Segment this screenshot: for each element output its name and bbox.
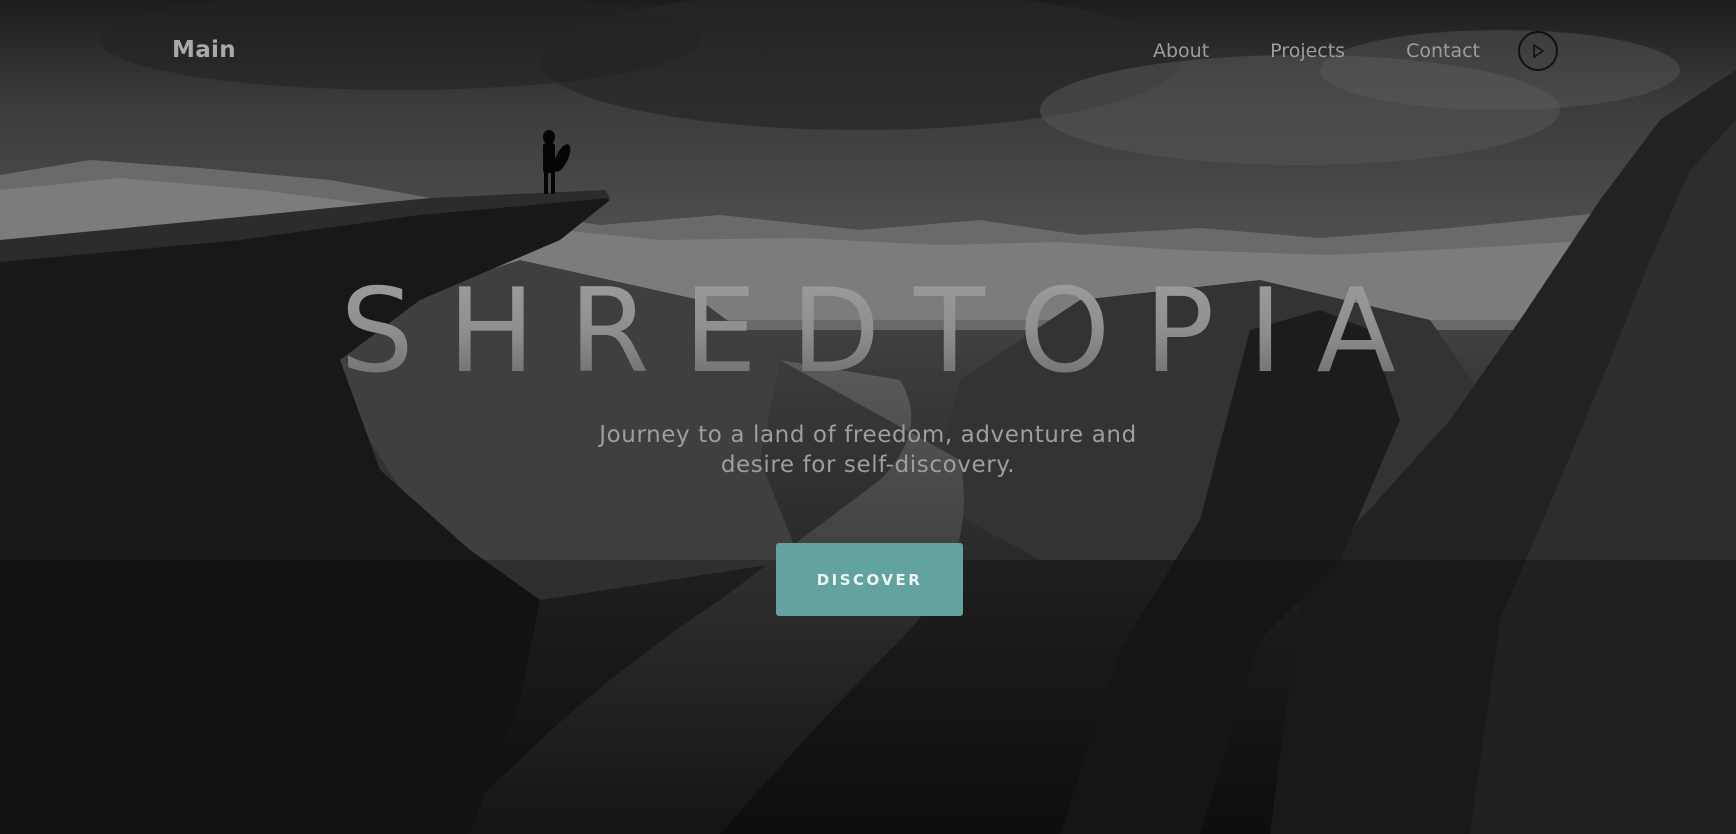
hero-subtitle: Journey to a land of freedom, adventure … [599, 422, 1137, 478]
nav-link-contact[interactable]: Contact [1406, 40, 1480, 62]
brand-link[interactable]: Main [172, 37, 236, 63]
play-button[interactable] [1518, 31, 1558, 71]
hero-title: SHREDTOPIA [0, 274, 1736, 390]
discover-button[interactable]: DISCOVER [776, 543, 963, 616]
play-icon [1533, 44, 1544, 58]
nav-links: About Projects Contact [1153, 40, 1480, 62]
background-landscape [0, 0, 1736, 834]
nav-link-projects[interactable]: Projects [1270, 40, 1345, 62]
top-navigation: Main About Projects Contact [0, 0, 1736, 105]
hero-section: Main About Projects Contact SHREDTOPIA J… [0, 0, 1736, 834]
nav-link-about[interactable]: About [1153, 40, 1209, 62]
